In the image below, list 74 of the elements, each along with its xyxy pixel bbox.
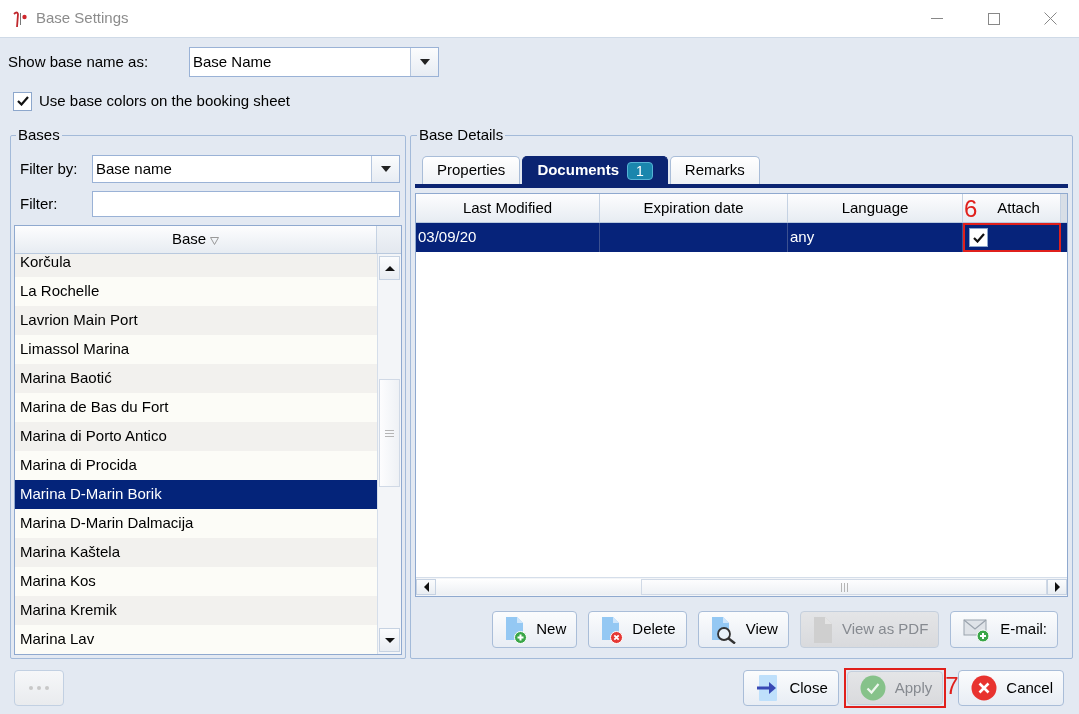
delete-button[interactable]: Delete (588, 611, 687, 648)
column-header[interactable]: Last Modified (416, 194, 600, 222)
cancel-button[interactable]: Cancel (958, 670, 1064, 706)
base-row[interactable]: Marina D-Marin Borik (15, 480, 377, 509)
table-cell: 03/09/20 (416, 223, 600, 252)
dropdown-arrow-button[interactable] (410, 48, 438, 76)
callout-number: 7 (945, 674, 959, 698)
window-title: Base Settings (36, 8, 129, 29)
document-delete-icon (601, 615, 624, 644)
arrow-right-icon (1054, 582, 1060, 592)
check-icon (16, 96, 29, 106)
tab[interactable]: Properties (422, 156, 521, 184)
group-title: Base Details (418, 126, 505, 144)
scroll-left-button[interactable] (416, 579, 436, 595)
scroll-up-button[interactable] (379, 256, 400, 280)
grip-icon (385, 429, 394, 437)
base-row[interactable]: Marina Baotić (15, 364, 377, 393)
show-as-dropdown[interactable]: Base Name (189, 47, 439, 77)
filter-input[interactable] (92, 191, 400, 217)
base-row[interactable]: Marina Kremik (15, 596, 377, 625)
count-badge: 1 (627, 161, 653, 180)
close-button[interactable]: Close (743, 670, 839, 706)
base-row[interactable]: Lavrion Main Port (15, 306, 377, 335)
scrollbar-thumb[interactable] (379, 379, 400, 487)
base-row[interactable]: Marina di Porto Antico (15, 422, 377, 451)
header-corner (377, 226, 401, 253)
scrollbar-thumb[interactable] (641, 579, 1047, 595)
maximize-icon (987, 12, 1000, 25)
new-button[interactable]: New (492, 611, 578, 648)
column-header[interactable]: Expiration date (600, 194, 788, 222)
attach-checkbox[interactable] (969, 228, 988, 247)
caret-icon (419, 59, 430, 65)
document-search-icon (710, 615, 737, 644)
close-icon (1044, 12, 1057, 25)
use-colors-checkbox[interactable] (13, 91, 32, 111)
document-row[interactable]: 03/09/20 any (416, 223, 1067, 252)
vertical-scrollbar[interactable] (377, 254, 401, 654)
column-header[interactable]: Language (788, 194, 963, 222)
use-colors-label: Use base colors on the booking sheet (39, 90, 290, 111)
show-as-label: Show base name as: (8, 51, 150, 72)
column-header[interactable]: 6 Attach (963, 194, 1061, 222)
cancel-icon (971, 675, 998, 701)
document-add-icon (505, 615, 528, 644)
arrow-left-icon (423, 582, 429, 592)
base-row[interactable]: Korčula (15, 254, 377, 277)
document-icon (812, 615, 833, 644)
filter-by-dropdown[interactable]: Base name (92, 155, 400, 183)
dropdown-arrow-button[interactable] (371, 156, 399, 182)
envelope-add-icon (963, 616, 992, 643)
check-circle-icon (859, 675, 886, 701)
dots-icon (29, 686, 49, 690)
column-header[interactable]: Base (15, 226, 377, 253)
scroll-right-button[interactable] (1047, 579, 1067, 595)
grip-icon (840, 582, 848, 592)
filter-label: Filter: (20, 193, 59, 214)
filter-by-label: Filter by: (20, 158, 79, 179)
tab[interactable]: Remarks (669, 156, 760, 184)
header-corner (1061, 194, 1067, 222)
scroll-down-button[interactable] (379, 628, 400, 652)
tab[interactable]: Documents 1 (522, 156, 668, 184)
minimize-icon (930, 18, 943, 19)
email-button[interactable]: E-mail: (950, 611, 1058, 648)
view-button[interactable]: View (697, 611, 789, 648)
app-logo-icon (12, 9, 28, 28)
horizontal-scrollbar[interactable] (416, 577, 1067, 596)
table-cell: any (788, 223, 963, 252)
arrow-down-icon (384, 637, 395, 643)
callout-number: 6 (964, 197, 978, 221)
arrow-up-icon (384, 265, 395, 271)
caret-icon (380, 166, 391, 172)
base-row[interactable]: Marina Kaštela (15, 538, 377, 567)
check-icon (972, 232, 985, 243)
sort-icon (210, 237, 220, 245)
group-title: Bases (17, 126, 61, 144)
